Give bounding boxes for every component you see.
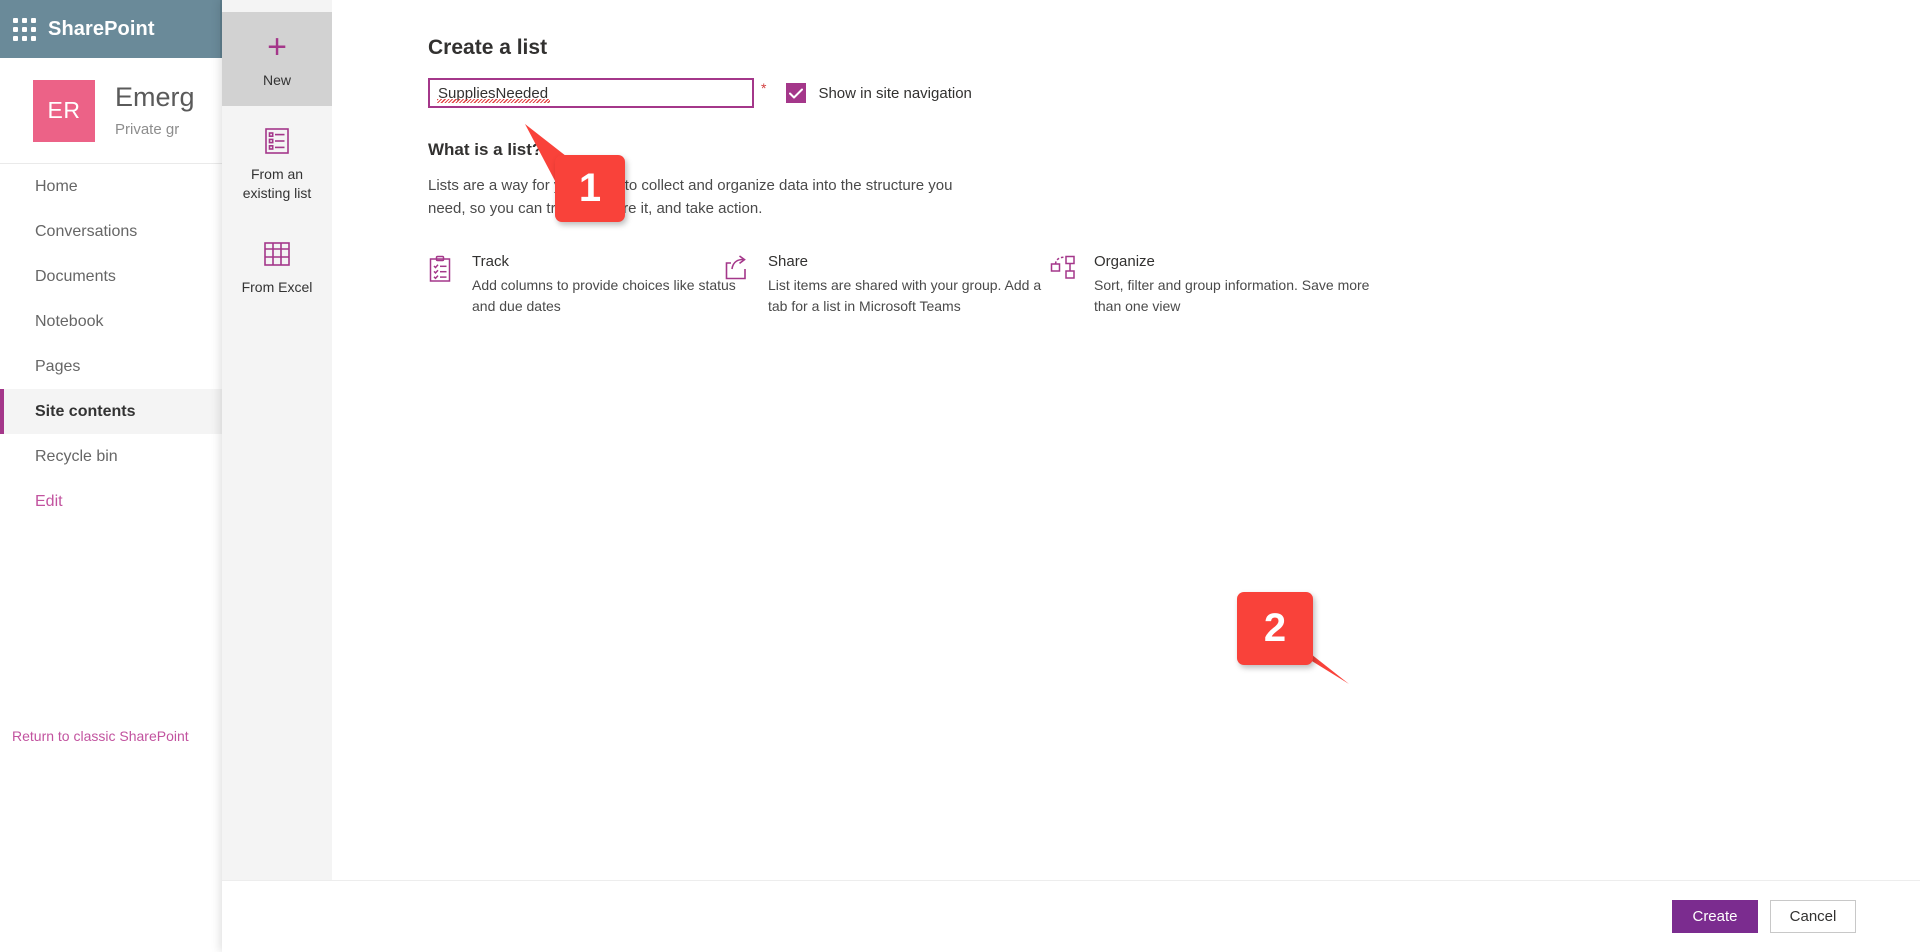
- show-in-site-navigation-checkbox[interactable]: Show in site navigation: [786, 83, 972, 103]
- feature-share: Share List items are shared with your gr…: [724, 253, 1050, 317]
- app-root: SharePoint ER Emerg Private gr Home Conv…: [0, 0, 1920, 952]
- feature-title: Track: [472, 252, 509, 270]
- list-name-input[interactable]: [428, 78, 754, 108]
- app-launcher-icon[interactable]: [0, 0, 48, 58]
- list-name-field-wrapper: [428, 78, 754, 108]
- feature-organize: Organize Sort, filter and group informat…: [1050, 253, 1376, 317]
- feature-title: Organize: [1094, 252, 1155, 270]
- what-is-a-list-description: Lists are a way for your team to collect…: [428, 177, 953, 218]
- rail-option-label: From an existing list: [242, 165, 312, 201]
- create-button[interactable]: Create: [1672, 900, 1758, 933]
- feature-list: Track Add columns to provide choices lik…: [428, 253, 1920, 317]
- required-asterisk: *: [761, 80, 767, 96]
- sidebar-item-label: Home: [35, 177, 78, 195]
- feature-description: Add columns to provide choices like stat…: [472, 276, 736, 314]
- sidebar-item-label: Edit: [35, 492, 63, 510]
- create-list-source-rail: + New From an existing list From Excel: [222, 0, 332, 880]
- list-name-row: * Show in site navigation: [428, 78, 1920, 108]
- site-name: Emerg: [115, 82, 195, 113]
- create-list-dialog: + New From an existing list From Excel C…: [222, 0, 1920, 952]
- create-list-pane: Create a list * Show in site naviga: [332, 0, 1920, 880]
- feature-track: Track Add columns to provide choices lik…: [428, 253, 754, 317]
- site-avatar: ER: [33, 79, 95, 142]
- clipboard-list-icon: [428, 253, 456, 317]
- sidebar-item-label: Site contents: [35, 402, 136, 420]
- sidebar-item-label: Notebook: [35, 312, 104, 330]
- plus-icon: +: [267, 28, 287, 66]
- cancel-button[interactable]: Cancel: [1770, 900, 1856, 933]
- what-is-a-list-heading: What is a list?: [428, 140, 543, 159]
- site-privacy-label: Private gr: [115, 120, 180, 138]
- page-title: Create a list: [428, 36, 548, 59]
- checkbox-label: Show in site navigation: [818, 84, 972, 102]
- rail-option-label: New: [262, 72, 291, 88]
- feature-description: Sort, filter and group information. Save…: [1094, 276, 1370, 314]
- suite-title[interactable]: SharePoint: [48, 18, 155, 41]
- sidebar-item-label: Documents: [35, 267, 116, 285]
- dialog-footer: Create Cancel: [222, 880, 1920, 952]
- checkmark-icon: [786, 83, 807, 103]
- rail-option-from-existing-list[interactable]: From an existing list: [222, 106, 332, 219]
- rail-option-new[interactable]: + New: [222, 12, 332, 106]
- suite-header: SharePoint: [0, 0, 220, 58]
- sidebar-item-label: Recycle bin: [35, 447, 118, 465]
- feature-title: Share: [768, 252, 809, 270]
- organize-icon: [1050, 253, 1078, 317]
- rail-option-label: From Excel: [241, 278, 313, 295]
- list-icon: [228, 124, 326, 158]
- excel-grid-icon: [228, 237, 326, 271]
- sidebar-item-label: Conversations: [35, 222, 138, 240]
- feature-description: List items are shared with your group. A…: [768, 276, 1042, 314]
- sidebar-item-label: Pages: [35, 357, 81, 375]
- share-icon: [724, 253, 752, 317]
- rail-option-from-excel[interactable]: From Excel: [222, 219, 332, 313]
